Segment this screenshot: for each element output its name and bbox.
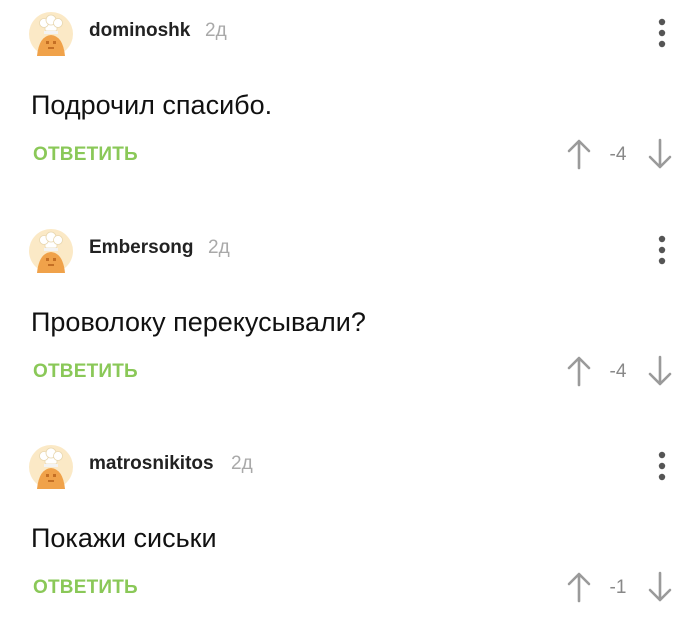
chef-hat-avatar-icon[interactable] (29, 229, 73, 273)
chef-hat-avatar-icon[interactable] (29, 12, 73, 56)
arrow-down-icon[interactable] (647, 571, 673, 603)
more-vertical-icon[interactable] (650, 449, 674, 483)
more-vertical-icon[interactable] (650, 233, 674, 267)
comment-username[interactable]: Embersong (89, 237, 194, 259)
chef-hat-avatar-icon[interactable] (29, 445, 73, 489)
comment-rating: -1 (609, 577, 627, 598)
comment-rating: -4 (609, 361, 627, 382)
comment-time: 2д (208, 237, 230, 258)
reply-button[interactable]: ОТВЕТИТЬ (33, 577, 138, 599)
comment-username[interactable]: dominoshk (89, 20, 190, 42)
more-vertical-icon[interactable] (650, 16, 674, 50)
comments-feed: dominoshk 2д Подрочил спасибо. ОТВЕТИТЬ … (0, 0, 700, 640)
arrow-down-icon[interactable] (647, 138, 673, 170)
arrow-up-icon[interactable] (566, 138, 592, 170)
comment-text: Покажи сиськи (31, 523, 217, 553)
reply-button[interactable]: ОТВЕТИТЬ (33, 144, 138, 166)
arrow-down-icon[interactable] (647, 355, 673, 387)
reply-button[interactable]: ОТВЕТИТЬ (33, 361, 138, 383)
comment-item: dominoshk 2д Подрочил спасибо. ОТВЕТИТЬ … (0, 0, 700, 200)
comment-item: matrosnikitos 2д Покажи сиськи ОТВЕТИТЬ … (0, 433, 700, 633)
comment-rating: -4 (609, 144, 627, 165)
comment-time: 2д (231, 453, 253, 474)
arrow-up-icon[interactable] (566, 571, 592, 603)
comment-text: Проволоку перекусывали? (31, 307, 366, 337)
comment-username[interactable]: matrosnikitos (89, 453, 214, 475)
comment-time: 2д (205, 20, 227, 41)
arrow-up-icon[interactable] (566, 355, 592, 387)
comment-item: Embersong 2д Проволоку перекусывали? ОТВ… (0, 217, 700, 417)
comment-text: Подрочил спасибо. (31, 90, 273, 120)
